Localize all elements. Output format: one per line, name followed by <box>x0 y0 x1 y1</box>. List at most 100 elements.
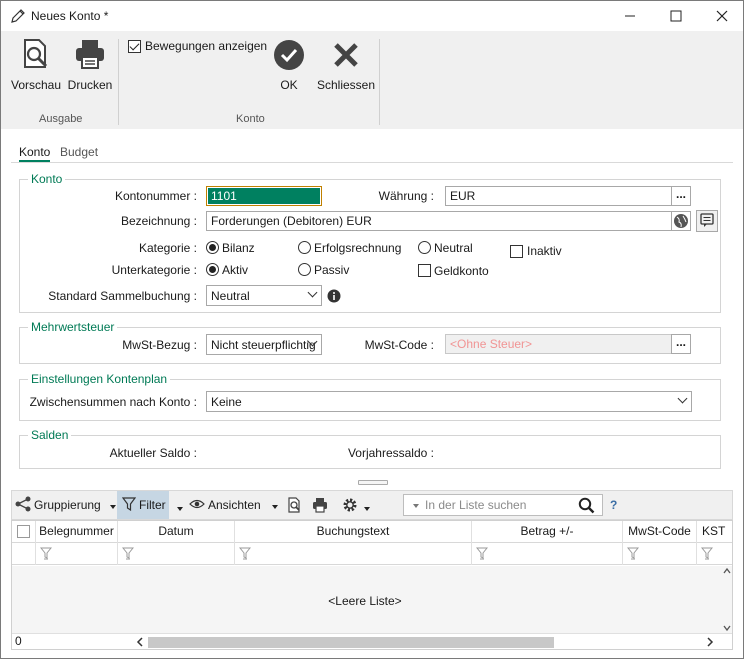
mwst-code-label: MwSt-Code : <box>364 338 434 352</box>
filter-cell-kst[interactable] <box>697 543 732 565</box>
bezeichnung-label: Bezeichnung : <box>120 214 197 228</box>
caret-down-icon <box>109 505 116 509</box>
filter-cell-belegnummer[interactable] <box>36 543 118 565</box>
zwischensummen-select[interactable]: Keine <box>206 391 692 412</box>
filter-label: Filter <box>139 498 166 512</box>
kontenplan-group-title: Einstellungen Kontenplan <box>28 372 171 386</box>
inaktiv-checkbox[interactable] <box>510 245 523 258</box>
kontonummer-value: 1101 <box>208 188 320 204</box>
filter-cell <box>12 543 36 565</box>
mwst-code-browse-button[interactable]: ... <box>671 334 691 354</box>
unterkategorie-passiv-label: Passiv <box>314 263 350 277</box>
gruppierung-label: Gruppierung <box>34 498 101 512</box>
kategorie-label: Kategorie : <box>138 241 197 255</box>
kategorie-bilanz-label: Bilanz <box>222 241 255 255</box>
close-window-button[interactable] <box>699 1 743 31</box>
caret-down-icon[interactable] <box>364 507 370 511</box>
tab-konto[interactable]: Konto <box>19 145 51 162</box>
schliessen-button[interactable]: Schliessen <box>317 39 375 92</box>
empty-list-text: <Leere Liste> <box>328 594 402 608</box>
bewegungen-check-icon <box>128 39 141 53</box>
mwst-code-input[interactable]: <Ohne Steuer> <box>445 334 672 354</box>
geldkonto-checkbox[interactable] <box>418 264 431 277</box>
tab-divider <box>11 162 733 163</box>
tab-budget[interactable]: Budget <box>60 145 98 159</box>
sammelbuchung-label: Standard Sammelbuchung : <box>48 289 197 303</box>
kategorie-erfolgsrechnung-radio[interactable] <box>298 241 311 254</box>
ausgabe-group-label: Ausgabe <box>39 113 83 125</box>
sammelbuchung-select[interactable]: Neutral <box>206 285 322 306</box>
row-count: 0 <box>15 634 22 648</box>
ansichten-label: Ansichten <box>208 498 261 512</box>
printer-icon[interactable] <box>312 497 328 516</box>
ansichten-button[interactable]: Ansichten <box>189 491 278 519</box>
filter-cell-datum[interactable] <box>118 543 235 565</box>
unterkategorie-aktiv-radio[interactable] <box>206 263 219 276</box>
mwst-group-title: Mehrwertsteuer <box>28 320 118 334</box>
gruppierung-button[interactable]: Gruppierung <box>15 491 116 519</box>
notes-button[interactable] <box>696 210 718 232</box>
scroll-left-icon[interactable] <box>136 636 144 649</box>
print-preview-icon[interactable] <box>286 497 302 516</box>
column-header-datum[interactable]: Datum <box>118 521 235 543</box>
kontonummer-label: Kontonummer : <box>114 189 197 203</box>
unterkategorie-aktiv-label: Aktiv <box>222 263 249 277</box>
search-placeholder: In der Liste suchen <box>425 498 527 512</box>
select-all-checkbox[interactable] <box>17 525 30 538</box>
caret-down-icon[interactable] <box>413 504 419 508</box>
ok-button[interactable]: OK <box>271 39 307 92</box>
column-header-kst[interactable]: KST <box>697 521 732 543</box>
vertical-scrollbar[interactable] <box>720 566 732 633</box>
unterkategorie-passiv-radio[interactable] <box>298 263 311 276</box>
pencil-icon <box>10 8 26 27</box>
column-header-belegnummer[interactable]: Belegnummer <box>36 521 118 543</box>
waehrung-browse-button[interactable]: ... <box>671 186 691 206</box>
caret-down-icon <box>271 505 278 509</box>
filter-cell-betrag[interactable] <box>472 543 623 565</box>
column-header-mwst-code[interactable]: MwSt-Code <box>623 521 697 543</box>
minimize-button[interactable] <box>607 1 653 31</box>
close-x-icon <box>330 39 362 74</box>
info-icon[interactable] <box>327 289 341 306</box>
kontonummer-input[interactable]: 1101 <box>206 186 322 206</box>
kategorie-neutral-radio[interactable] <box>418 241 431 254</box>
search-field[interactable]: In der Liste suchen <box>403 494 603 516</box>
chevron-down-icon <box>677 393 688 404</box>
bezeichnung-input[interactable]: Forderungen (Debitoren) EUR <box>206 211 672 231</box>
horizontal-scrollbar-thumb[interactable] <box>148 637 554 648</box>
select-all-cell[interactable] <box>12 521 36 543</box>
waehrung-input[interactable]: EUR <box>445 186 672 206</box>
filter-button[interactable]: Filter <box>117 491 169 519</box>
salden-group-title: Salden <box>28 428 72 442</box>
column-header-betrag[interactable]: Betrag +/- <box>472 521 623 543</box>
vorjahressaldo-label: Vorjahressaldo : <box>347 446 434 460</box>
konto-group-label: Konto <box>236 113 265 125</box>
bewegungen-checkbox[interactable]: Bewegungen anzeigen <box>128 39 267 53</box>
help-icon[interactable]: ? <box>610 498 617 512</box>
grid-filter-row <box>12 543 732 565</box>
notes-icon <box>699 212 715 231</box>
gear-icon[interactable] <box>342 497 358 516</box>
vorschau-button[interactable]: Vorschau <box>11 37 61 92</box>
filter-funnel-icon <box>121 547 135 563</box>
kategorie-erfolgsrechnung-label: Erfolgsrechnung <box>314 241 402 255</box>
filter-icon <box>121 496 137 514</box>
grid-toolbar: Gruppierung Filter Ansichten In der List… <box>11 490 733 520</box>
chevron-down-icon <box>307 287 318 298</box>
caret-down-icon[interactable] <box>177 507 183 511</box>
kategorie-bilanz-radio[interactable] <box>206 241 219 254</box>
language-button[interactable] <box>671 211 691 231</box>
eye-icon <box>189 498 205 513</box>
column-header-buchungstext[interactable]: Buchungstext <box>235 521 472 543</box>
mwst-bezug-label: MwSt-Bezug : <box>122 338 197 352</box>
scroll-right-icon[interactable] <box>706 636 714 649</box>
scroll-up-icon[interactable] <box>723 567 731 577</box>
mwst-bezug-select[interactable]: Nicht steuerpflichtig <box>206 334 322 355</box>
filter-cell-mwst-code[interactable] <box>623 543 697 565</box>
filter-cell-buchungstext[interactable] <box>235 543 472 565</box>
maximize-button[interactable] <box>653 1 699 31</box>
search-icon[interactable] <box>578 497 595 517</box>
splitter-handle[interactable] <box>358 480 388 485</box>
drucken-button[interactable]: Drucken <box>67 37 113 92</box>
zwischensummen-label: Zwischensummen nach Konto : <box>29 395 197 409</box>
